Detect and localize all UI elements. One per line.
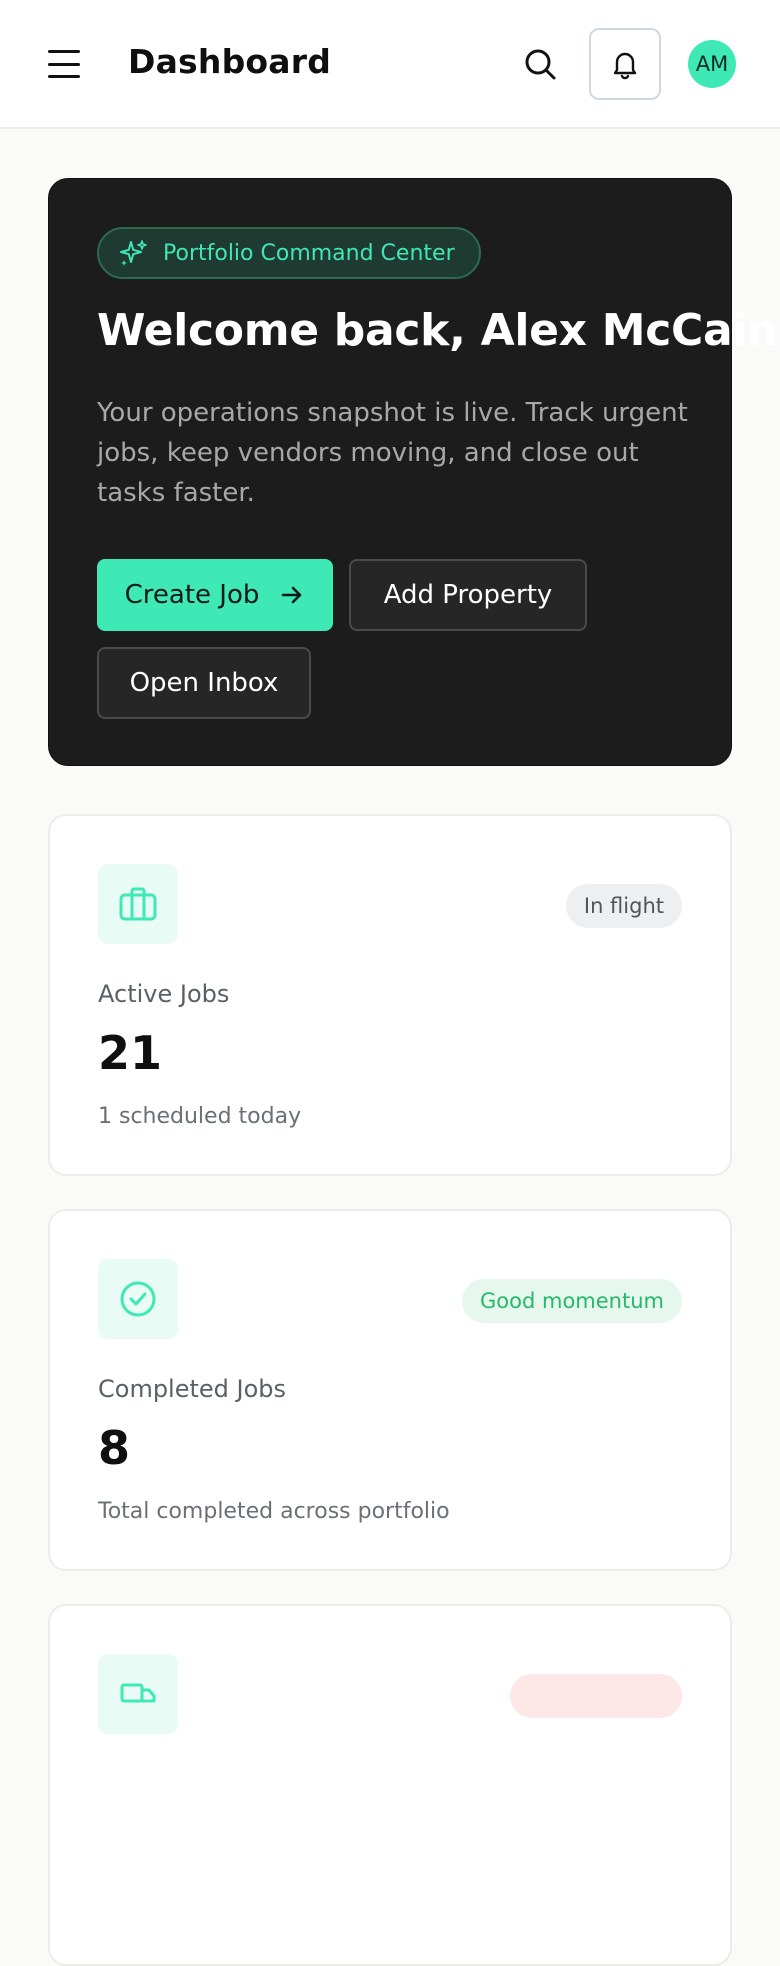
stat-value: 21	[98, 1026, 163, 1080]
page-title: Dashboard	[128, 42, 332, 81]
portfolio-badge-label: Portfolio Command Center	[163, 240, 455, 266]
status-badge: In flight	[565, 884, 682, 928]
menu-icon	[48, 50, 80, 53]
stat-card-third	[48, 1604, 732, 1966]
create-job-button[interactable]: Create Job	[97, 559, 333, 631]
stat-subtext: 1 scheduled today	[98, 1104, 302, 1129]
create-job-label: Create Job	[124, 580, 260, 610]
stat-icon-container	[98, 864, 178, 944]
open-inbox-button[interactable]: Open Inbox	[97, 647, 311, 719]
arrow-right-icon	[282, 586, 302, 604]
stat-icon-container	[98, 1654, 178, 1734]
welcome-title: Welcome back, Alex McCain	[97, 305, 779, 356]
check-circle-icon	[120, 1281, 156, 1317]
stat-card-completed-jobs: Good momentum Completed Jobs 8 Total com…	[48, 1209, 732, 1571]
stat-icon-container	[98, 1259, 178, 1339]
top-bar: Dashboard AM	[0, 0, 780, 129]
stat-subtext: Total completed across portfolio	[98, 1499, 450, 1524]
briefcase-icon	[119, 887, 157, 921]
welcome-hero-card: Portfolio Command Center Welcome back, A…	[48, 178, 779, 766]
stat-value: 8	[98, 1421, 131, 1475]
welcome-description: Your operations snapshot is live. Track …	[97, 398, 688, 508]
search-button[interactable]	[520, 44, 562, 86]
status-badge	[510, 1674, 682, 1718]
search-icon	[525, 49, 556, 80]
add-property-button[interactable]: Add Property	[349, 559, 587, 631]
sparkles-icon	[120, 240, 147, 266]
portfolio-badge: Portfolio Command Center	[97, 227, 481, 279]
menu-icon-bar	[48, 62, 80, 66]
menu-button[interactable]	[42, 44, 86, 84]
user-avatar[interactable]: AM	[688, 40, 736, 88]
stat-label: Active Jobs	[98, 980, 230, 1008]
notifications-button[interactable]	[589, 28, 661, 100]
menu-icon-bar	[48, 75, 80, 78]
stat-card-active-jobs: In flight Active Jobs 21 1 scheduled tod…	[48, 814, 732, 1176]
truck-icon	[120, 1683, 156, 1703]
status-badge: Good momentum	[462, 1279, 682, 1323]
bell-icon	[613, 52, 637, 80]
stat-label: Completed Jobs	[98, 1375, 287, 1403]
